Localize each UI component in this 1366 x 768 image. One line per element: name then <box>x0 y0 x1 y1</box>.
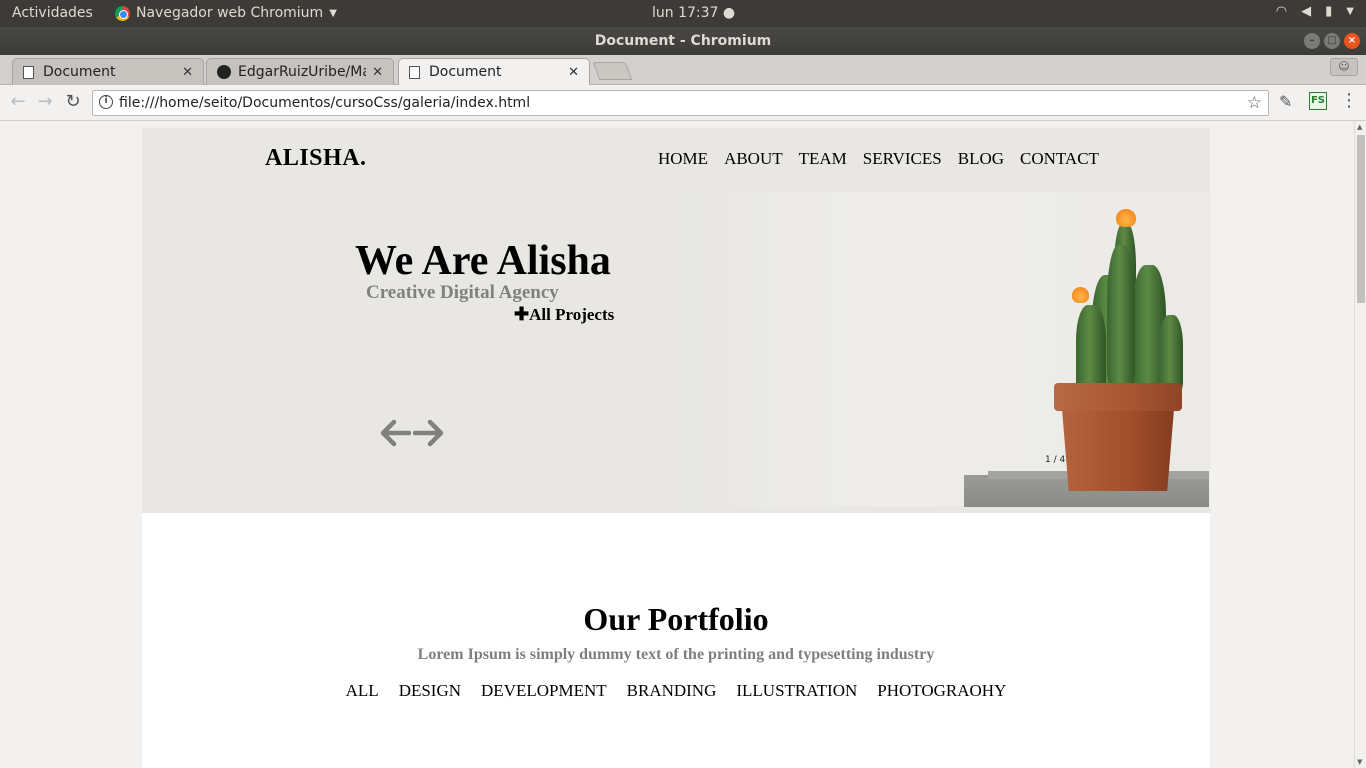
plus-icon: ✚ <box>514 304 530 324</box>
address-bar[interactable]: i file:///home/seito/Documentos/cursoCss… <box>92 90 1269 116</box>
close-tab-icon[interactable]: ✕ <box>568 65 579 80</box>
tab-label: Document <box>429 64 502 80</box>
os-top-bar: Actividades Navegador web Chromium ▼ lun… <box>0 0 1366 27</box>
activities-button[interactable]: Actividades <box>12 5 93 21</box>
chevron-down-icon: ▼ <box>329 7 337 19</box>
nav-services[interactable]: SERVICES <box>863 149 942 169</box>
close-tab-icon[interactable]: ✕ <box>182 65 193 80</box>
tab-strip: Document ✕ EdgarRuizUribe/Ma ✕ Document … <box>0 55 1366 85</box>
all-projects-link[interactable]: ✚All Projects <box>514 304 614 325</box>
site-logo[interactable]: ALISHA. <box>265 145 367 172</box>
app-menu[interactable]: Navegador web Chromium ▼ <box>115 5 337 21</box>
window-title-bar: Document - Chromium – □ × <box>0 27 1366 55</box>
flower-icon <box>1116 209 1136 227</box>
back-button[interactable]: ← <box>7 91 29 112</box>
vertical-scrollbar[interactable]: ▲ ▼ <box>1354 121 1366 768</box>
portfolio-filters: ALL DESIGN DEVELOPMENT BRANDING ILLUSTRA… <box>142 681 1210 701</box>
cactus-stem <box>1159 315 1183 391</box>
filter-design[interactable]: DESIGN <box>399 681 461 701</box>
new-tab-button[interactable] <box>592 62 633 80</box>
slide-counter: 1 / 4 <box>1045 455 1066 465</box>
chevron-down-icon: ▼ <box>1346 6 1354 17</box>
flower-icon <box>1072 287 1089 303</box>
info-icon[interactable]: i <box>99 95 113 109</box>
slider-arrows <box>379 418 445 448</box>
pot-rim <box>1054 383 1182 411</box>
cactus-image <box>964 205 1209 507</box>
scroll-up-icon[interactable]: ▲ <box>1357 123 1362 131</box>
all-projects-label: All Projects <box>529 305 615 324</box>
close-window-button[interactable]: × <box>1344 33 1360 49</box>
minimize-button[interactable]: – <box>1304 33 1320 49</box>
portfolio-subtitle: Lorem Ipsum is simply dummy text of the … <box>417 646 935 663</box>
url-text[interactable]: file:///home/seito/Documentos/cursoCss/g… <box>119 95 530 111</box>
clock[interactable]: lun 17:37 ● <box>652 5 735 21</box>
tab-label: Document <box>43 64 116 80</box>
browser-toolbar: ← → ↻ i file:///home/seito/Documentos/cu… <box>0 85 1366 121</box>
arrow-left-icon[interactable] <box>379 418 411 448</box>
close-tab-icon[interactable]: ✕ <box>372 65 383 80</box>
arrow-right-icon[interactable] <box>413 418 445 448</box>
hero-title: We Are Alisha <box>355 238 611 284</box>
app-name: Navegador web Chromium <box>136 5 324 21</box>
eyedropper-extension-icon[interactable]: ✎ <box>1279 92 1292 111</box>
forward-button[interactable]: → <box>34 91 56 112</box>
profile-icon[interactable]: ☺ <box>1330 58 1358 76</box>
tab-github[interactable]: EdgarRuizUribe/Ma ✕ <box>206 58 394 85</box>
page-icon <box>409 65 420 79</box>
fs-extension-icon[interactable]: FS <box>1309 92 1327 110</box>
wifi-icon: ◠ <box>1275 4 1288 19</box>
cactus-stem <box>1076 305 1106 393</box>
tab-label: EdgarRuizUribe/Ma <box>238 64 367 80</box>
nav-contact[interactable]: CONTACT <box>1020 149 1099 169</box>
bookmark-star-icon[interactable]: ☆ <box>1247 93 1262 113</box>
nav-about[interactable]: ABOUT <box>724 149 783 169</box>
nav-team[interactable]: TEAM <box>799 149 847 169</box>
plant-pot <box>1054 383 1182 491</box>
filter-development[interactable]: DEVELOPMENT <box>481 681 607 701</box>
nav-blog[interactable]: BLOG <box>958 149 1004 169</box>
reload-button[interactable]: ↻ <box>62 91 84 112</box>
system-tray[interactable]: ◠ ◀ ▮ ▼ <box>1276 4 1354 19</box>
scroll-down-icon[interactable]: ▼ <box>1357 758 1362 766</box>
nav-home[interactable]: HOME <box>658 149 708 169</box>
hero-subtitle: Creative Digital Agency <box>366 282 559 303</box>
battery-icon: ▮ <box>1325 4 1333 19</box>
filter-all[interactable]: ALL <box>346 681 379 701</box>
portfolio-title: Our Portfolio <box>583 601 769 637</box>
page-icon <box>23 65 34 79</box>
portfolio-section: Our Portfolio Lorem Ipsum is simply dumm… <box>142 513 1210 768</box>
pot-body <box>1062 409 1174 491</box>
maximize-button[interactable]: □ <box>1324 33 1340 49</box>
scrollbar-thumb[interactable] <box>1357 135 1365 303</box>
cactus-stem <box>1107 245 1135 385</box>
filter-illustration[interactable]: ILLUSTRATION <box>736 681 857 701</box>
tab-document-active[interactable]: Document ✕ <box>398 58 590 85</box>
page-viewport: ALISHA. HOME ABOUT TEAM SERVICES BLOG CO… <box>0 121 1354 768</box>
volume-icon: ◀ <box>1301 4 1312 19</box>
filter-photography[interactable]: PHOTOGRAOHY <box>877 681 1006 701</box>
window-title: Document - Chromium <box>594 33 772 49</box>
github-icon <box>217 65 231 79</box>
chromium-icon <box>115 5 130 21</box>
tab-document-1[interactable]: Document ✕ <box>12 58 204 85</box>
browser-menu-icon[interactable]: ⋮ <box>1340 90 1358 111</box>
filter-branding[interactable]: BRANDING <box>627 681 717 701</box>
hero-section: ALISHA. HOME ABOUT TEAM SERVICES BLOG CO… <box>142 128 1210 513</box>
site-nav: HOME ABOUT TEAM SERVICES BLOG CONTACT <box>658 149 1099 169</box>
